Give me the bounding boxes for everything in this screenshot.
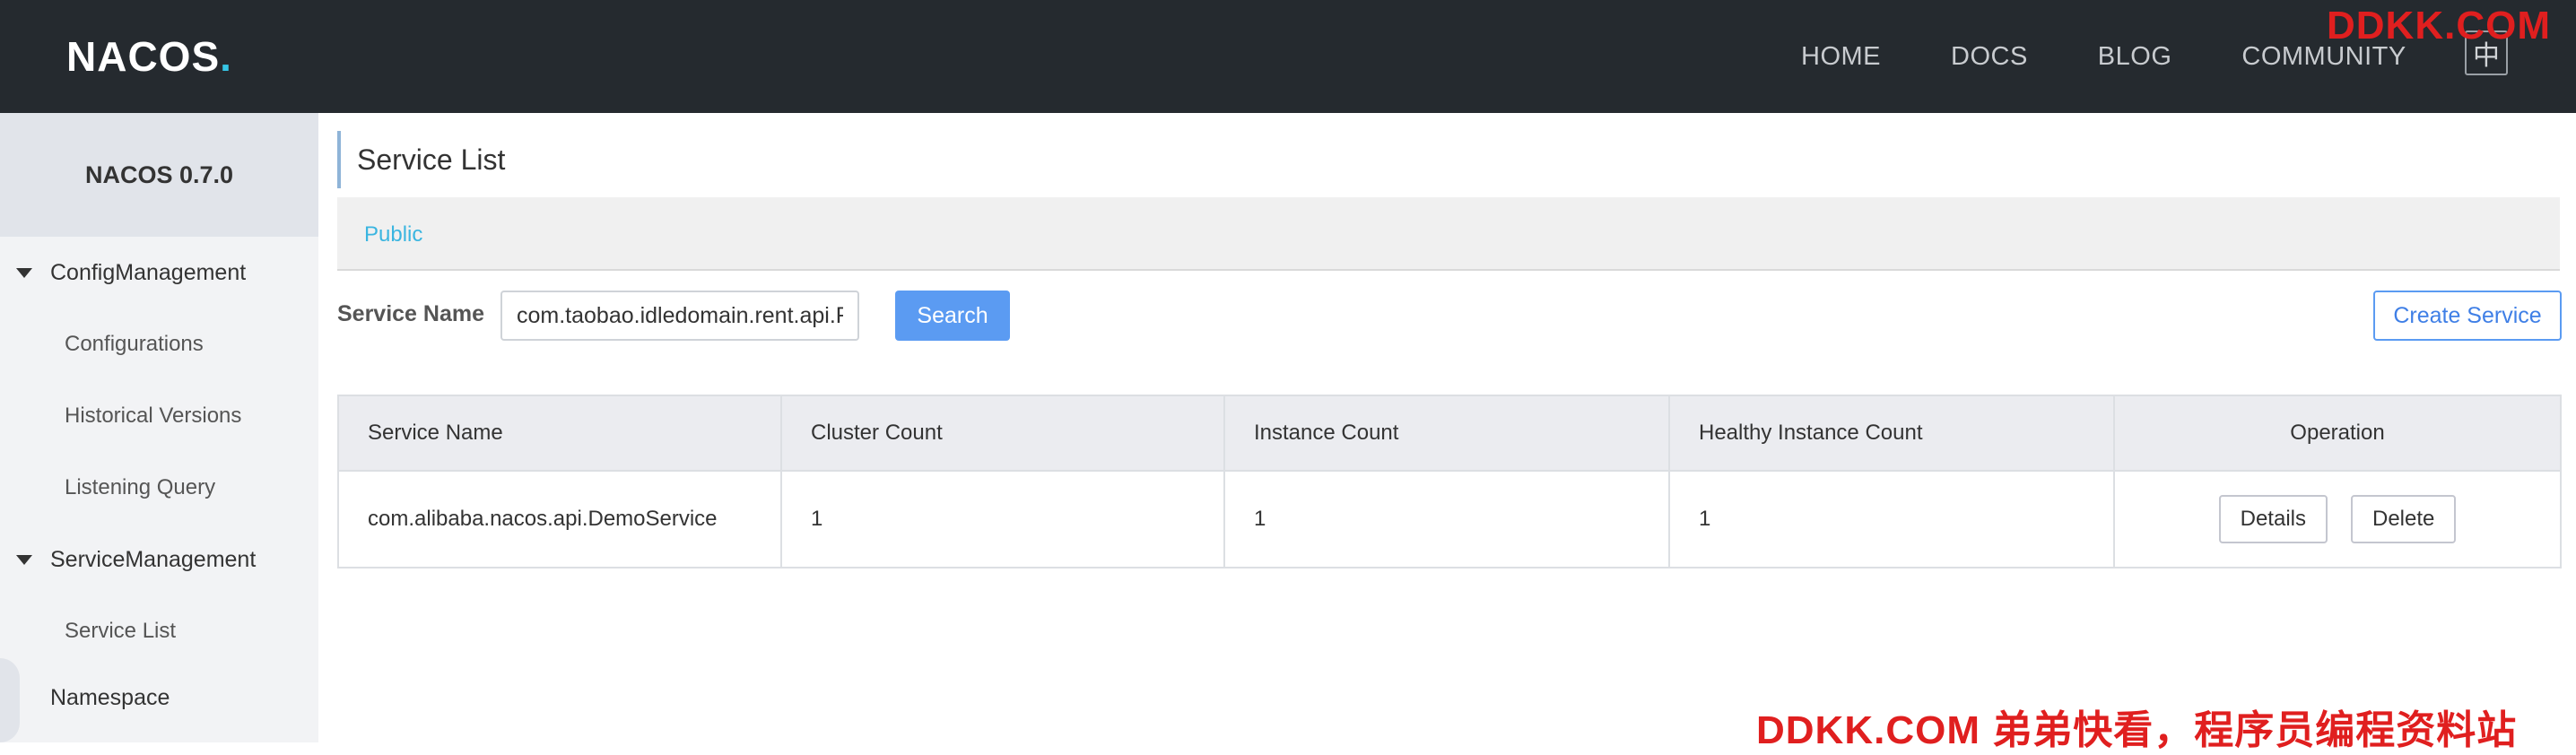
cell-instance-count: 1	[1225, 472, 1670, 567]
nav-home[interactable]: HOME	[1801, 42, 1881, 72]
top-header: NACOS. HOME DOCS BLOG COMMUNITY 中 DDKK.C…	[0, 0, 2576, 113]
column-header-operation: Operation	[2290, 421, 2385, 445]
page-title: Service List	[337, 131, 505, 188]
watermark-bottom: DDKK.COM 弟弟快看，程序员编程资料站	[1756, 708, 2518, 752]
namespace-bar: Public	[337, 197, 2560, 271]
sidebar-item-listening-query[interactable]: Listening Query	[0, 452, 318, 524]
cell-healthy-count: 1	[1670, 472, 2115, 567]
sidebar-group-label: ConfigManagement	[50, 259, 247, 285]
triangle-down-icon	[16, 554, 32, 565]
column-header-healthy-count: Healthy Instance Count	[1670, 396, 2115, 470]
service-name-input[interactable]	[500, 291, 859, 341]
nacos-logo[interactable]: NACOS.	[66, 25, 232, 88]
service-name-label: Service Name	[337, 301, 485, 326]
search-button[interactable]: Search	[895, 291, 1010, 341]
sidebar-item-configurations[interactable]: Configurations	[0, 308, 318, 380]
sidebar-item-namespace[interactable]: Namespace	[0, 658, 318, 742]
cell-operation: Details Delete	[2115, 472, 2560, 567]
column-header-cluster-count: Cluster Count	[782, 396, 1225, 470]
triangle-down-icon	[16, 267, 32, 278]
sidebar-item-label: Service List	[65, 619, 177, 643]
details-button[interactable]: Details	[2218, 495, 2328, 543]
namespace-link-public[interactable]: Public	[364, 222, 422, 247]
sidebar-version: NACOS 0.7.0	[0, 113, 318, 237]
delete-button[interactable]: Delete	[2350, 495, 2457, 543]
cell-cluster-count: 1	[782, 472, 1225, 567]
sidebar-item-label: Configurations	[65, 332, 204, 356]
sidebar-item-historical-versions[interactable]: Historical Versions	[0, 380, 318, 452]
sidebar: NACOS 0.7.0 ConfigManagement Configurati…	[0, 113, 318, 742]
sidebar-item-label: Namespace	[50, 685, 170, 710]
logo-dot: .	[220, 33, 232, 80]
sidebar-item-service-list[interactable]: Service List	[0, 595, 318, 667]
create-service-button[interactable]: Create Service	[2373, 291, 2562, 341]
sidebar-item-label: Listening Query	[65, 475, 216, 499]
column-header-instance-count: Instance Count	[1225, 396, 1670, 470]
nav-blog[interactable]: BLOG	[2098, 42, 2172, 72]
service-table: Service Name Cluster Count Instance Coun…	[337, 395, 2562, 568]
cell-service-name: com.alibaba.nacos.api.DemoService	[339, 472, 782, 567]
watermark-top: DDKK.COM	[2327, 4, 2551, 48]
table-header: Service Name Cluster Count Instance Coun…	[339, 396, 2560, 472]
logo-text: NACOS	[66, 33, 221, 80]
nav-docs[interactable]: DOCS	[1951, 42, 2028, 72]
sidebar-group-label: ServiceManagement	[50, 546, 257, 572]
sidebar-group-service[interactable]: ServiceManagement	[0, 524, 318, 595]
sidebar-group-config[interactable]: ConfigManagement	[0, 237, 318, 308]
sidebar-active-tab	[0, 658, 20, 742]
sidebar-item-label: Historical Versions	[65, 404, 242, 428]
column-header-service-name: Service Name	[339, 396, 782, 470]
table-row: com.alibaba.nacos.api.DemoService 1 1 1 …	[339, 472, 2560, 567]
